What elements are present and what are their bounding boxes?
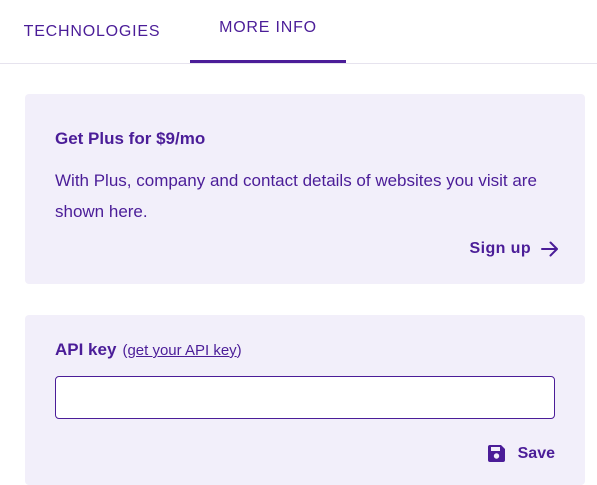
tab-technologies[interactable]: TECHNOLOGIES: [0, 0, 184, 63]
api-key-label: API key: [55, 340, 117, 359]
tab-bar: TECHNOLOGIES MORE INFO: [0, 0, 597, 64]
plus-description: With Plus, company and contact details o…: [55, 171, 537, 221]
plus-upsell-card: Get Plus for $9/mo With Plus, company an…: [25, 94, 585, 284]
tab-more-info[interactable]: MORE INFO: [190, 0, 346, 59]
api-key-label-row: API key (get your API key): [55, 340, 242, 360]
api-key-link-wrapper: (get your API key): [122, 342, 241, 359]
arrow-right-icon: [541, 241, 559, 257]
plus-title: Get Plus for $9/mo: [55, 129, 206, 148]
sign-up-label: Sign up: [469, 240, 531, 257]
active-tab-indicator: [190, 60, 346, 63]
floppy-disk-icon: [487, 444, 506, 463]
get-api-key-link[interactable]: get your API key: [127, 342, 236, 359]
paren-close: ): [236, 342, 242, 359]
api-key-card: API key (get your API key) Save: [25, 315, 585, 485]
save-button[interactable]: Save: [487, 444, 555, 463]
save-label: Save: [517, 444, 555, 462]
sign-up-link[interactable]: Sign up: [470, 240, 559, 258]
api-key-input[interactable]: [55, 376, 555, 419]
